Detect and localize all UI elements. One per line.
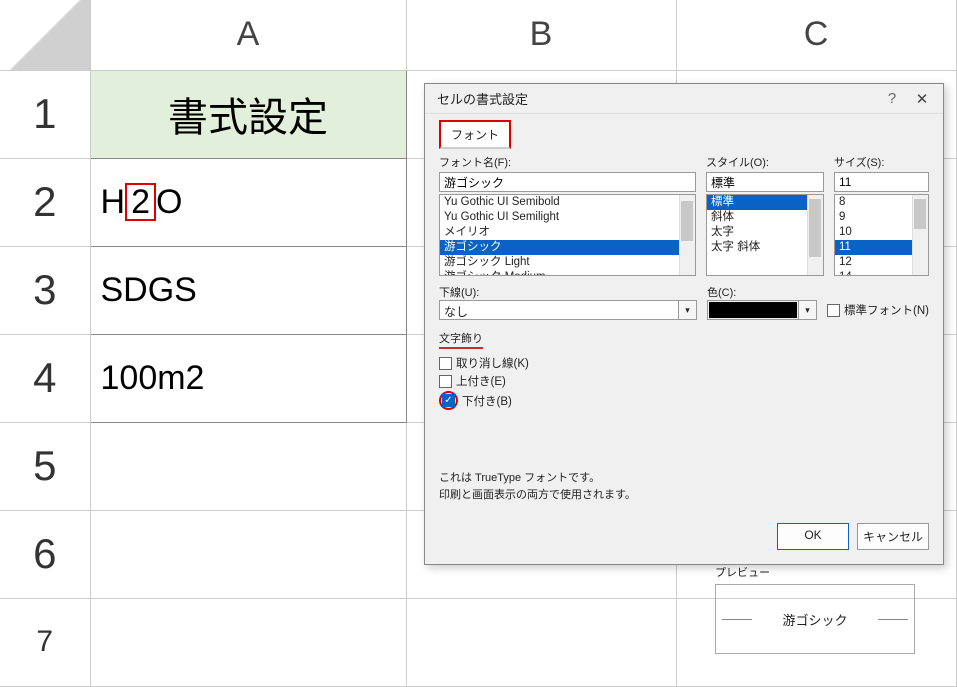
superscript-checkbox[interactable] [439, 375, 452, 388]
style-list[interactable]: 標準 斜体 太字 太字 斜体 [706, 194, 824, 276]
size-input[interactable] [834, 172, 929, 192]
highlight-circle [439, 391, 458, 410]
scrollbar[interactable] [912, 195, 928, 275]
cell-A2-post: O [156, 183, 182, 221]
preview-box: 游ゴシック [715, 584, 915, 654]
font-option[interactable]: 游ゴシック Light [440, 255, 695, 270]
cancel-button[interactable]: キャンセル [857, 523, 929, 550]
style-option-selected[interactable]: 標準 [707, 195, 823, 210]
preview-text: 游ゴシック [782, 610, 847, 629]
scrollbar-thumb[interactable] [681, 201, 693, 241]
subscript-label: 下付き(B) [462, 393, 512, 409]
cell-A2-pre: H [101, 183, 126, 221]
effects-label: 文字飾り [439, 330, 483, 349]
style-option[interactable]: 太字 [707, 225, 823, 240]
color-swatch [709, 302, 797, 318]
scrollbar-thumb[interactable] [914, 199, 926, 229]
normalfont-checkbox[interactable] [827, 304, 840, 317]
cell-A1[interactable]: 書式設定 [90, 70, 406, 158]
font-option[interactable]: メイリオ [440, 225, 695, 240]
strike-checkbox[interactable] [439, 357, 452, 370]
fontname-input[interactable] [439, 172, 696, 192]
scrollbar[interactable] [807, 195, 823, 275]
size-list[interactable]: 8 9 10 11 12 14 [834, 194, 929, 276]
underline-combo[interactable]: なし ▾ [439, 300, 697, 320]
font-option[interactable]: 游ゴシック Medium [440, 270, 695, 276]
footnote-line1: これは TrueType フォントです。 [439, 470, 929, 487]
fontname-list[interactable]: Yu Gothic UI Semibold Yu Gothic UI Semil… [439, 194, 696, 276]
footnote-line2: 印刷と画面表示の両方で使用されます。 [439, 487, 929, 504]
close-button[interactable]: ✕ [907, 90, 937, 108]
style-option[interactable]: 斜体 [707, 210, 823, 225]
chevron-down-icon[interactable]: ▾ [679, 300, 697, 320]
underline-label: 下線(U): [439, 287, 479, 299]
cell-A3[interactable]: SDGS [90, 246, 406, 334]
color-combo[interactable]: ▾ [707, 300, 817, 320]
ok-button[interactable]: OK [777, 523, 849, 550]
dialog-titlebar[interactable]: セルの書式設定 ? ✕ [425, 84, 943, 114]
color-label: 色(C): [707, 287, 736, 299]
preview-label: プレビュー [715, 564, 915, 580]
dialog-title: セルの書式設定 [437, 89, 877, 108]
row-header-1[interactable]: 1 [0, 70, 90, 158]
style-label: スタイル(O): [706, 154, 824, 170]
row-header-4[interactable]: 4 [0, 334, 90, 422]
chevron-down-icon[interactable]: ▾ [798, 301, 816, 319]
row-header-5[interactable]: 5 [0, 422, 90, 510]
tab-font[interactable]: フォント [439, 120, 511, 149]
font-option-selected[interactable]: 游ゴシック [440, 240, 695, 255]
row-header-2[interactable]: 2 [0, 158, 90, 246]
subscript-checkbox[interactable] [442, 394, 455, 407]
normalfont-label: 標準フォント(N) [844, 302, 929, 318]
row-header-6[interactable]: 6 [0, 510, 90, 598]
col-header-C[interactable]: C [676, 0, 956, 70]
cell-A7[interactable] [90, 598, 406, 686]
highlighted-char: 2 [125, 183, 156, 221]
help-button[interactable]: ? [877, 90, 907, 107]
cell-A2[interactable]: H2O [90, 158, 406, 246]
col-header-A[interactable]: A [90, 0, 406, 70]
select-all-corner[interactable] [0, 0, 90, 70]
cell-A4[interactable]: 100m2 [90, 334, 406, 422]
row-header-3[interactable]: 3 [0, 246, 90, 334]
tab-strip: フォント [439, 120, 929, 146]
col-header-B[interactable]: B [406, 0, 676, 70]
size-label: サイズ(S): [834, 154, 929, 170]
scrollbar-thumb[interactable] [809, 199, 821, 257]
cell-A6[interactable] [90, 510, 406, 598]
underline-value: なし [439, 300, 679, 320]
scrollbar[interactable] [679, 195, 695, 275]
fontname-label: フォント名(F): [439, 154, 696, 170]
font-option[interactable]: Yu Gothic UI Semibold [440, 195, 695, 210]
strike-label: 取り消し線(K) [456, 355, 529, 371]
style-input[interactable] [706, 172, 824, 192]
cell-B7[interactable] [406, 598, 676, 686]
format-cells-dialog: セルの書式設定 ? ✕ フォント フォント名(F): Yu Gothic UI … [424, 83, 944, 565]
superscript-label: 上付き(E) [456, 373, 506, 389]
font-option[interactable]: Yu Gothic UI Semilight [440, 210, 695, 225]
style-option[interactable]: 太字 斜体 [707, 240, 823, 255]
cell-A5[interactable] [90, 422, 406, 510]
row-header-7[interactable]: 7 [0, 598, 90, 686]
